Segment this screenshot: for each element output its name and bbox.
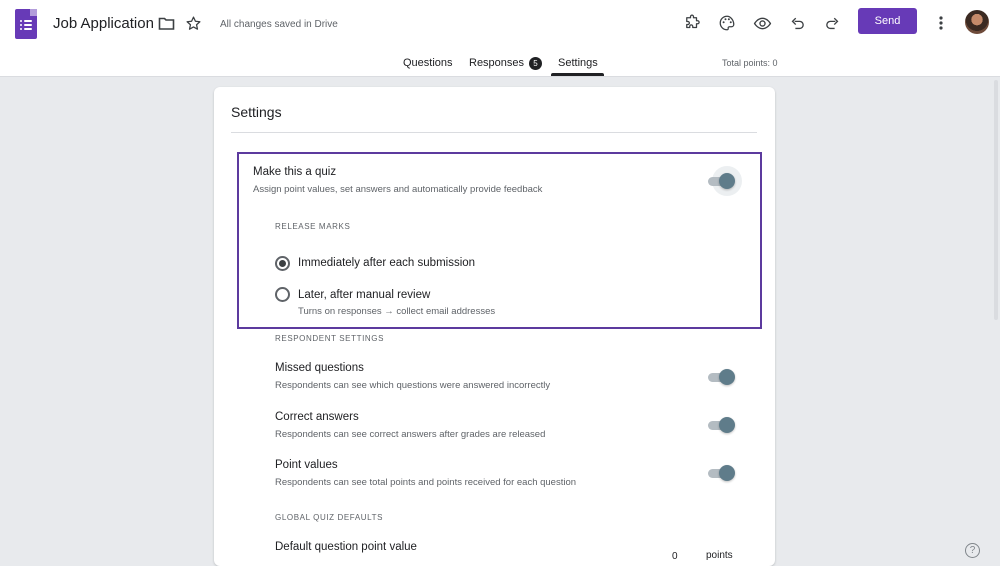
radio-immediately-label[interactable]: Immediately after each submission [298,257,475,269]
radio-later[interactable] [275,287,290,302]
more-vert-icon[interactable] [931,13,951,33]
total-points: Total points: 0 [722,58,778,68]
default-point-input[interactable]: 0 [672,551,678,562]
correct-answers-title: Correct answers [275,411,359,423]
point-values-title: Point values [275,459,338,471]
global-quiz-defaults-label: GLOBAL QUIZ DEFAULTS [275,513,384,522]
missed-questions-description: Respondents can see which questions were… [275,380,551,391]
addon-puzzle-icon[interactable] [682,13,702,33]
radio-immediately[interactable] [275,256,290,271]
default-point-title: Default question point value [275,541,417,553]
divider [231,132,757,133]
tab-settings[interactable]: Settings [558,57,598,69]
tab-responses[interactable]: Responses [469,57,524,69]
correct-answers-toggle[interactable] [706,416,736,434]
document-title[interactable]: Job Application [53,15,154,32]
forms-logo-icon[interactable] [15,9,37,39]
undo-icon[interactable] [787,13,807,33]
quiz-setting-description: Assign point values, set answers and aut… [253,184,543,195]
save-status: All changes saved in Drive [220,19,338,30]
radio-later-label[interactable]: Later, after manual review [298,289,430,301]
point-values-toggle[interactable] [706,464,736,482]
respondent-settings-label: RESPONDENT SETTINGS [275,334,385,343]
correct-answers-description: Respondents can see correct answers afte… [275,429,546,440]
radio-later-note: Turns on responses → collect email addre… [298,306,496,317]
folder-icon[interactable] [156,13,176,33]
redo-icon[interactable] [822,13,842,33]
point-values-description: Respondents can see total points and poi… [275,477,577,488]
help-icon[interactable]: ? [965,543,980,558]
quiz-toggle[interactable] [706,166,742,196]
points-unit-label: points [706,550,733,561]
missed-questions-title: Missed questions [275,362,364,374]
star-icon[interactable] [183,13,203,33]
settings-title: Settings [231,104,282,120]
preview-eye-icon[interactable] [752,13,772,33]
active-tab-indicator [551,73,604,76]
palette-icon[interactable] [717,13,737,33]
quiz-highlight-box [237,152,762,329]
missed-questions-toggle[interactable] [706,368,736,386]
tab-questions[interactable]: Questions [403,57,453,69]
send-button[interactable]: Send [858,8,917,34]
top-app-bar: Job Application All changes saved in Dri… [0,0,1000,48]
responses-count-badge: 5 [529,57,542,70]
scrollbar[interactable] [994,80,998,320]
quiz-setting-title: Make this a quiz [253,166,337,178]
release-marks-label: RELEASE MARKS [275,222,351,231]
avatar[interactable] [965,10,989,34]
